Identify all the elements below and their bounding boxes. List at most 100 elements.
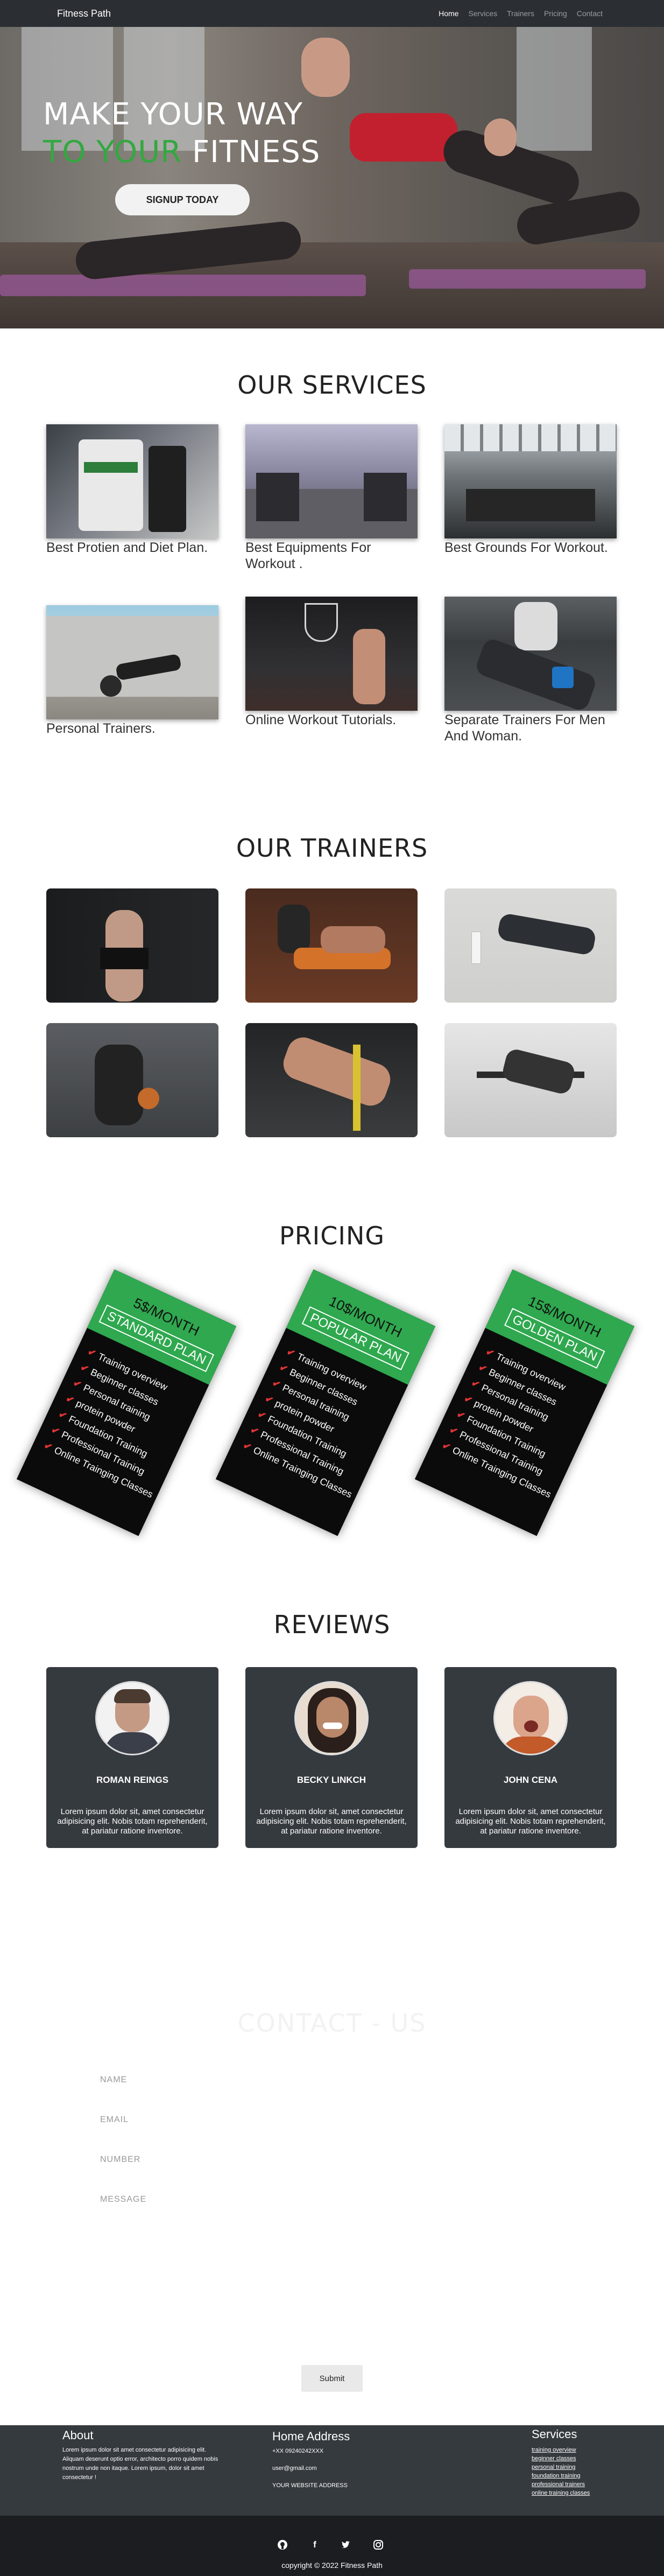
hero-athlete [514,188,643,248]
footer-email[interactable]: user@gmail.com [272,2465,317,2472]
check-icon: ✔ [79,1361,91,1375]
copyright-text: copyright © 2022 Fitness Path [281,2561,383,2570]
check-icon: ✔ [448,1424,460,1438]
footer-website[interactable]: YOUR WEBSITE ADDRESS [272,2482,348,2489]
service-card: Online Workout Tutorials. [245,597,418,728]
footer: About Lorem ipsum dolor sit amet consect… [0,2425,664,2516]
avatar [294,1681,369,1755]
check-icon: ✔ [477,1361,489,1375]
check-icon: ✔ [440,1439,453,1453]
nav-link-home[interactable]: Home [439,9,458,18]
service-card: Best Grounds For Workout. [444,424,617,556]
avatar [493,1681,568,1755]
reviewer-name: ROMAN REINGS [96,1775,169,1785]
service-caption: Best Protien and Diet Plan. [46,540,208,555]
check-icon: ✔ [455,1408,467,1422]
service-caption: Best Grounds For Workout. [444,540,608,555]
nav-link-services[interactable]: Services [468,9,497,18]
check-icon: ✔ [42,1439,54,1453]
footer-link[interactable]: online training classes [532,2489,590,2497]
trainer-photo [46,1023,218,1137]
check-icon: ✔ [462,1392,475,1406]
hero-line2-accent: TO YOUR [43,135,182,170]
review-card: BECKY LINKCH Lorem ipsum dolor sit, amet… [245,1667,418,1848]
brand-logo[interactable]: Fitness Path [57,8,111,19]
service-caption: Online Workout Tutorials. [245,712,397,727]
avatar [95,1681,169,1755]
review-card: JOHN CENA Lorem ipsum dolor sit, amet co… [444,1667,617,1848]
footer-address-title: Home Address [272,2430,350,2443]
pricing-title: PRICING [279,1221,385,1250]
pricing-card-golden[interactable]: 15$/MONTH GOLDEN PLAN ✔Training overview… [414,1269,635,1536]
trainer-photo [444,888,617,1003]
check-icon: ✔ [278,1361,290,1375]
message-field[interactable]: MESSAGE [100,2195,146,2204]
footer-services-title: Services [532,2427,577,2441]
check-icon: ✔ [285,1346,297,1360]
review-card: ROMAN REINGS Lorem ipsum dolor sit, amet… [46,1667,218,1848]
service-card: Personal Trainers. [46,605,218,737]
hero-line1: MAKE YOUR WAY [43,97,303,132]
service-image [245,424,418,538]
service-image [444,597,617,711]
footer-phone: +XX 09240242XXX [272,2448,324,2454]
nav-links: Home Services Trainers Pricing Contact [439,9,603,18]
service-card: Separate Trainers For Men And Woman. [444,597,617,744]
footer-about-text: Lorem ipsum dolor sit amet consectetur a… [62,2447,218,2481]
hero-athlete [350,113,457,162]
signup-button[interactable]: SIGNUP TODAY [115,184,250,215]
service-caption: Separate Trainers For Men And Woman. [444,712,605,744]
check-icon: ✔ [484,1346,496,1360]
trainer-photo [245,1023,418,1137]
footer-about-title: About [62,2428,94,2442]
review-text: Lorem ipsum dolor sit, amet consectetur … [256,1807,407,1836]
hero-line2: FITNESS [182,135,321,170]
footer-bottom: f copyright © 2022 Fitness Path [0,2516,664,2576]
footer-link[interactable]: personal training [532,2463,590,2472]
check-icon: ✔ [263,1392,276,1406]
trainer-photo [444,1023,617,1137]
footer-link[interactable]: beginner classes [532,2454,590,2463]
nav-link-contact[interactable]: Contact [577,9,603,18]
footer-services-list: training overview beginner classes perso… [532,2446,590,2497]
service-card: Best Protien and Diet Plan. [46,424,218,556]
nav-link-trainers[interactable]: Trainers [507,9,534,18]
hero-mat [0,275,366,296]
check-icon: ✔ [241,1439,253,1453]
check-icon: ✔ [86,1346,98,1360]
trainers-title: OUR TRAINERS [236,834,428,863]
check-icon: ✔ [256,1408,268,1422]
submit-button[interactable]: Submit [301,2365,363,2392]
service-caption: Personal Trainers. [46,721,156,736]
services-title: OUR SERVICES [237,370,427,400]
check-icon: ✔ [270,1377,282,1391]
pricing-card-standard[interactable]: 5$/MONTH STANDARD PLAN ✔Training overvie… [16,1269,237,1536]
trainer-photo [245,888,418,1003]
nav-link-pricing[interactable]: Pricing [544,9,567,18]
instagram-icon[interactable] [372,2539,384,2551]
check-icon: ✔ [71,1377,83,1391]
pricing-card-popular[interactable]: 10$/MONTH POPULAR PLAN ✔Training overvie… [215,1269,436,1536]
check-icon: ✔ [469,1377,482,1391]
hero-title: MAKE YOUR WAY TO YOUR FITNESS [43,96,320,171]
footer-link[interactable]: foundation training [532,2472,590,2480]
reviewer-name: BECKY LINKCH [296,1775,366,1785]
footer-link[interactable]: professional trainers [532,2480,590,2489]
review-text: Lorem ipsum dolor sit, amet consectetur … [57,1807,208,1836]
check-icon: ✔ [50,1424,62,1438]
service-image [46,424,218,538]
reviews-title: REVIEWS [273,1610,391,1639]
github-icon[interactable] [277,2539,288,2551]
hero-banner: MAKE YOUR WAY TO YOUR FITNESS SIGNUP TOD… [0,27,664,328]
facebook-icon[interactable]: f [309,2539,321,2551]
email-field[interactable]: EMAIL [100,2115,129,2125]
footer-link[interactable]: training overview [532,2446,590,2454]
navbar: Fitness Path Home Services Trainers Pric… [0,0,664,27]
name-field[interactable]: NAME [100,2075,127,2085]
check-icon: ✔ [64,1392,76,1406]
hero-athlete [484,118,517,156]
service-image [444,424,617,538]
hero-athlete [301,38,350,97]
twitter-icon[interactable] [340,2539,352,2551]
number-field[interactable]: NUMBER [100,2155,140,2165]
